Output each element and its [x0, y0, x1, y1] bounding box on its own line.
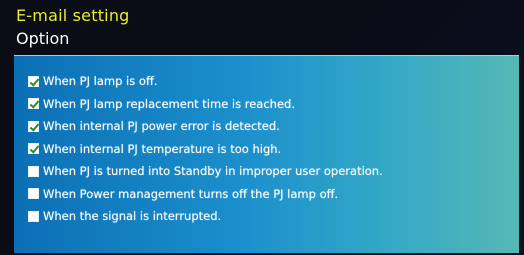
section-title: Option: [16, 29, 70, 48]
option-power-error[interactable]: When internal PJ power error is detected…: [28, 115, 519, 138]
option-label: When internal PJ temperature is too high…: [43, 141, 282, 156]
option-power-management[interactable]: When Power management turns off the PJ l…: [28, 183, 519, 206]
email-setting-panel: E-mail setting Option When PJ lamp is of…: [0, 0, 524, 255]
checkbox[interactable]: [28, 165, 39, 177]
option-standby-improper[interactable]: When PJ is turned into Standby in improp…: [28, 160, 519, 183]
checkbox[interactable]: [28, 120, 39, 132]
checkbox[interactable]: [28, 188, 39, 200]
option-temperature-high[interactable]: When internal PJ temperature is too high…: [28, 138, 519, 161]
checkbox[interactable]: [28, 75, 39, 87]
checkbox[interactable]: [28, 143, 39, 155]
option-label: When PJ lamp is off.: [43, 74, 158, 89]
option-label: When PJ is turned into Standby in improp…: [43, 164, 383, 179]
option-label: When the signal is interrupted.: [43, 209, 222, 224]
checkbox[interactable]: [28, 210, 39, 222]
page-title: E-mail setting: [16, 6, 130, 25]
option-lamp-off[interactable]: When PJ lamp is off.: [28, 70, 519, 93]
option-signal-interrupted[interactable]: When the signal is interrupted.: [28, 205, 519, 228]
option-label: When Power management turns off the PJ l…: [43, 186, 339, 201]
checkbox[interactable]: [28, 98, 39, 110]
option-list: When PJ lamp is off. When PJ lamp replac…: [14, 55, 519, 253]
option-label: When PJ lamp replacement time is reached…: [43, 96, 296, 111]
option-lamp-replacement[interactable]: When PJ lamp replacement time is reached…: [28, 93, 519, 116]
option-label: When internal PJ power error is detected…: [43, 119, 280, 134]
